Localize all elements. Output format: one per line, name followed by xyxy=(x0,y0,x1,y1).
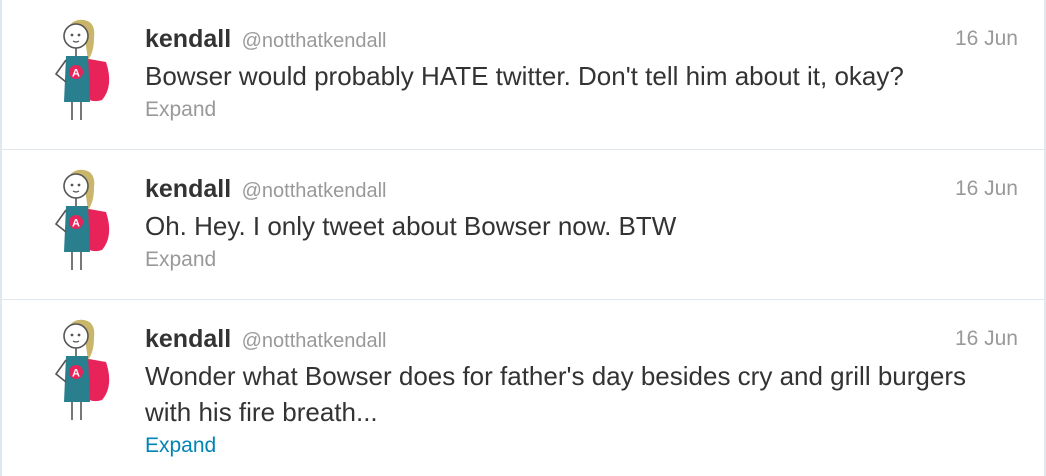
tweet-username[interactable]: @notthatkendall xyxy=(242,30,387,52)
tweet-header: kendall @notthatkendall 16 Jun xyxy=(145,322,1018,356)
tweet-header: kendall @notthatkendall 16 Jun xyxy=(145,172,1018,206)
tweet-timestamp[interactable]: 16 Jun xyxy=(955,172,1018,206)
tweet-content: kendall @notthatkendall 16 Jun Oh. Hey. … xyxy=(145,172,1018,275)
expand-link[interactable]: Expand xyxy=(145,95,1018,125)
tweet-header: kendall @notthatkendall 16 Jun xyxy=(145,22,1018,56)
expand-link[interactable]: Expand xyxy=(145,431,1018,461)
avatar-icon[interactable] xyxy=(44,16,116,124)
tweet-fullname[interactable]: kendall xyxy=(145,175,231,203)
tweet-content: kendall @notthatkendall 16 Jun Wonder wh… xyxy=(145,322,1018,461)
tweet-content: kendall @notthatkendall 16 Jun Bowser wo… xyxy=(145,22,1018,125)
tweet-text: Wonder what Bowser does for father's day… xyxy=(145,361,966,427)
tweet-item[interactable]: kendall @notthatkendall 16 Jun Wonder wh… xyxy=(2,300,1044,476)
avatar-icon[interactable] xyxy=(44,316,116,424)
tweet-item[interactable]: kendall @notthatkendall 16 Jun Bowser wo… xyxy=(2,0,1044,150)
tweet-fullname[interactable]: kendall xyxy=(145,325,231,353)
tweet-text: Bowser would probably HATE twitter. Don'… xyxy=(145,61,904,91)
tweet-fullname[interactable]: kendall xyxy=(145,25,231,53)
timeline: kendall @notthatkendall 16 Jun Bowser wo… xyxy=(0,0,1046,476)
tweet-text: Oh. Hey. I only tweet about Bowser now. … xyxy=(145,211,677,241)
avatar-icon[interactable] xyxy=(44,166,116,274)
tweet-timestamp[interactable]: 16 Jun xyxy=(955,322,1018,356)
tweet-username[interactable]: @notthatkendall xyxy=(242,330,387,352)
tweet-username[interactable]: @notthatkendall xyxy=(242,180,387,202)
expand-link[interactable]: Expand xyxy=(145,245,1018,275)
tweet-timestamp[interactable]: 16 Jun xyxy=(955,22,1018,56)
tweet-item[interactable]: kendall @notthatkendall 16 Jun Oh. Hey. … xyxy=(2,150,1044,300)
